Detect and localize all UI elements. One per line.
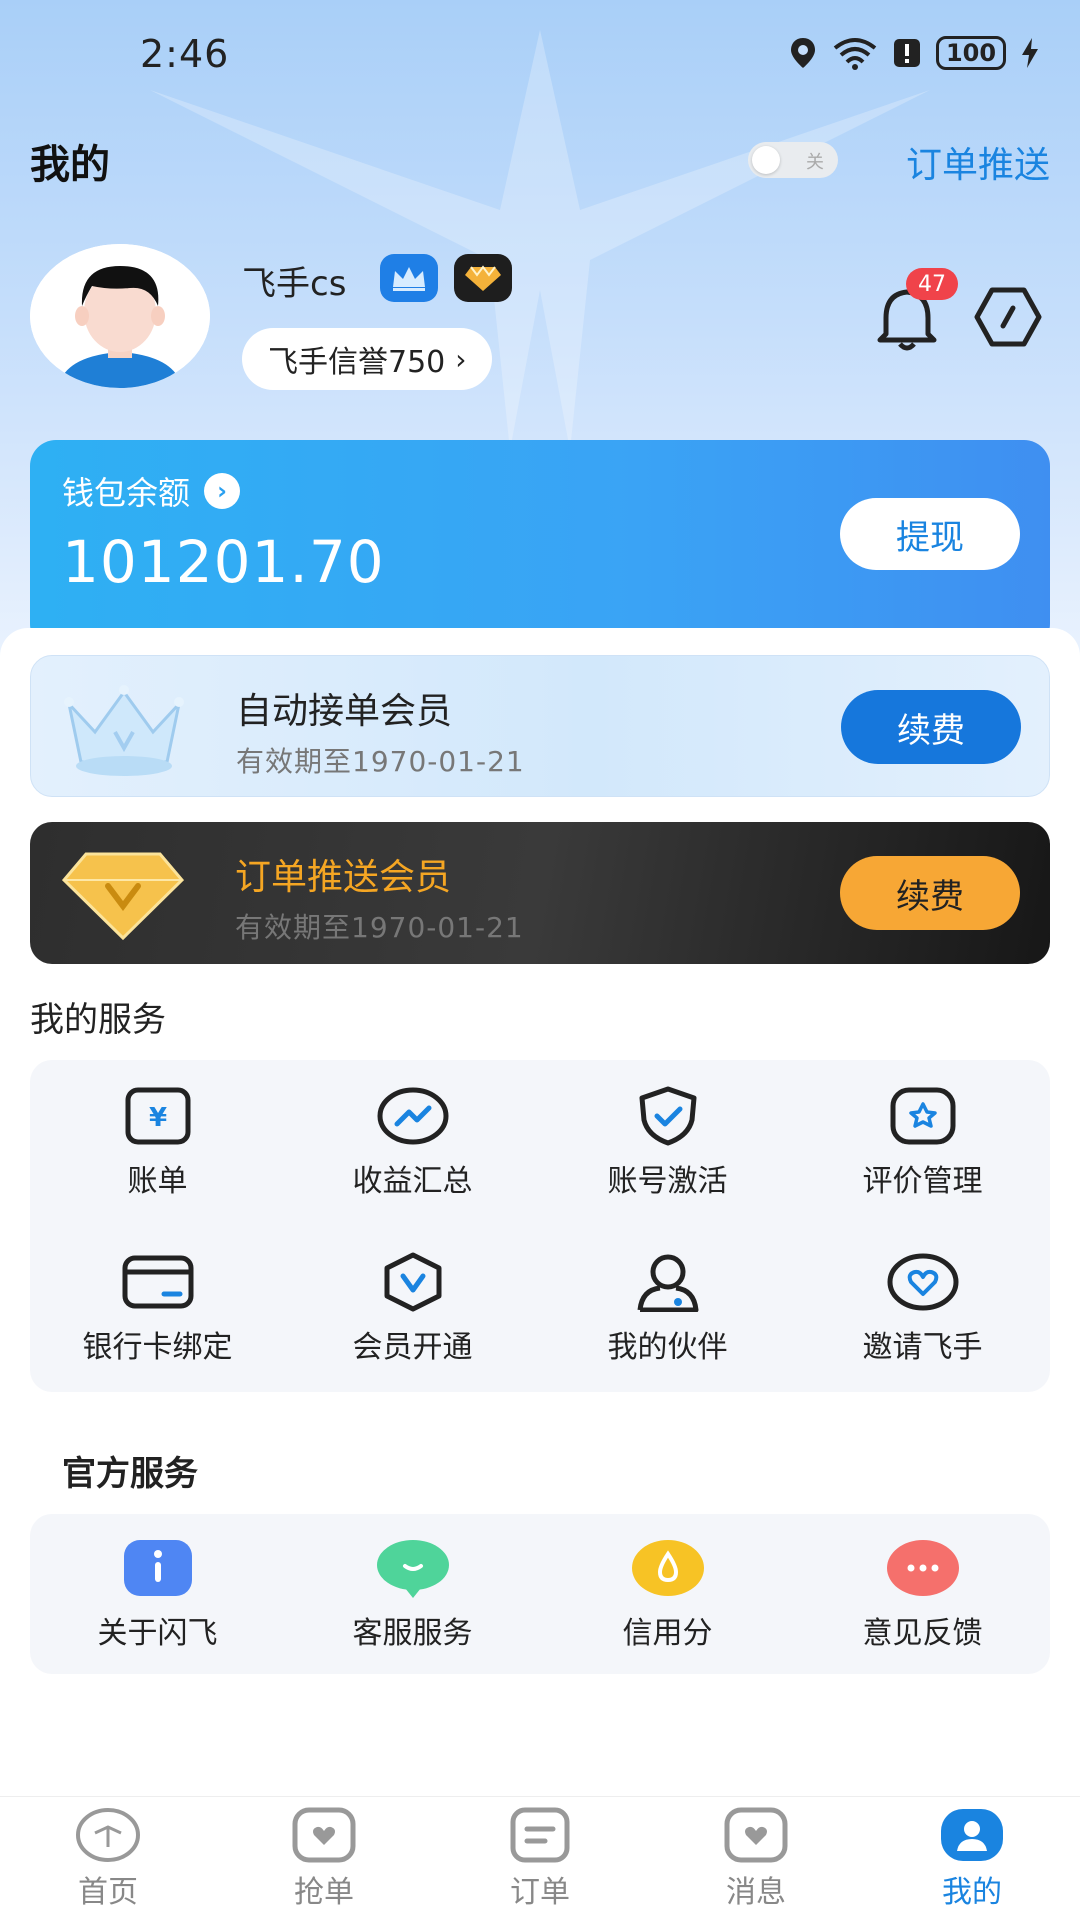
official-label: 关于闪飞 <box>97 1616 218 1651</box>
credit-icon <box>630 1538 706 1598</box>
username: 飞手cs <box>242 264 347 304</box>
service-label: 我的伙伴 <box>607 1330 728 1365</box>
grab-order-icon <box>291 1807 357 1863</box>
official-feedback[interactable]: 意见反馈 <box>795 1538 1050 1652</box>
avatar[interactable] <box>30 244 210 388</box>
status-bar: 2:46 100 <box>0 0 1080 110</box>
wallet-card[interactable]: 钱包余额 › 101201.70 提现 <box>30 440 1050 650</box>
status-icons: 100 <box>788 36 1040 70</box>
status-time: 2:46 <box>140 32 230 76</box>
official-services-title: 官方服务 <box>62 1454 198 1494</box>
svg-text:¥: ¥ <box>148 1103 166 1133</box>
location-icon <box>791 38 815 68</box>
order-push-link[interactable]: 订单推送 <box>906 136 1050 188</box>
official-label: 客服服务 <box>352 1616 473 1651</box>
charging-icon <box>1022 38 1038 68</box>
service-label: 收益汇总 <box>352 1164 473 1199</box>
my-services-grid: ¥ 账单 收益汇总 账号激活 评价管理 银行卡绑定 会员开通 我的伙伴 邀请飞手 <box>30 1060 1050 1392</box>
tab-orders[interactable]: 订单 <box>432 1807 648 1911</box>
bill-icon: ¥ <box>120 1086 196 1146</box>
renew-button[interactable]: 续费 <box>841 690 1021 764</box>
wallet-amount: 101201.70 <box>62 528 385 596</box>
membership-expiry: 有效期至1970-01-21 <box>236 745 525 778</box>
review-icon <box>885 1086 961 1146</box>
toggle-knob <box>752 146 780 174</box>
chat-icon <box>375 1538 451 1598</box>
withdraw-button[interactable]: 提现 <box>840 498 1020 570</box>
avatar-image <box>30 244 210 388</box>
service-bill[interactable]: ¥ 账单 <box>30 1086 285 1200</box>
battery-indicator: 100 <box>936 36 1006 70</box>
vip-icon <box>375 1252 451 1312</box>
service-label: 银行卡绑定 <box>82 1330 233 1365</box>
info-icon <box>120 1538 196 1598</box>
crystal-crown-icon <box>64 685 184 776</box>
page-title: 我的 <box>30 142 110 188</box>
order-push-membership-card[interactable]: 订单推送会员 有效期至1970-01-21 续费 <box>30 822 1050 964</box>
earnings-icon <box>375 1086 451 1146</box>
service-partners[interactable]: 我的伙伴 <box>540 1252 795 1366</box>
renew-button[interactable]: 续费 <box>840 856 1020 930</box>
service-review-management[interactable]: 评价管理 <box>795 1086 1050 1200</box>
tab-label: 消息 <box>726 1875 786 1910</box>
reputation-label: 飞手信誉750 <box>268 345 446 380</box>
membership-expiry: 有效期至1970-01-21 <box>235 911 524 944</box>
auto-order-membership-card[interactable]: 自动接单会员 有效期至1970-01-21 续费 <box>30 655 1050 797</box>
bank-card-icon <box>120 1252 196 1312</box>
membership-title: 订单推送会员 <box>235 857 452 898</box>
crown-badge-icon <box>380 254 438 302</box>
service-account-activation[interactable]: 账号激活 <box>540 1086 795 1200</box>
order-push-toggle[interactable]: 关 <box>748 142 838 178</box>
notification-badge: 47 <box>906 268 958 300</box>
service-label: 会员开通 <box>352 1330 473 1365</box>
wifi-icon <box>833 38 877 70</box>
official-label: 意见反馈 <box>862 1616 983 1651</box>
service-bank-card[interactable]: 银行卡绑定 <box>30 1252 285 1366</box>
chevron-right-icon: › <box>204 473 241 509</box>
profile-icon <box>939 1807 1005 1863</box>
official-customer-service[interactable]: 客服服务 <box>285 1538 540 1652</box>
service-label: 评价管理 <box>862 1164 983 1199</box>
tab-label: 首页 <box>78 1875 138 1910</box>
tab-profile[interactable]: 我的 <box>864 1807 1080 1911</box>
service-vip[interactable]: 会员开通 <box>285 1252 540 1366</box>
alert-icon <box>894 39 920 67</box>
feedback-icon <box>885 1538 961 1598</box>
service-label: 账号激活 <box>607 1164 728 1199</box>
settings-icon[interactable] <box>974 286 1042 348</box>
tab-label: 抢单 <box>294 1875 354 1910</box>
service-label: 账单 <box>127 1164 188 1199</box>
tab-label: 我的 <box>942 1875 1002 1910</box>
official-about[interactable]: 关于闪飞 <box>30 1538 285 1652</box>
my-services-title: 我的服务 <box>30 1000 166 1040</box>
tab-grab-order[interactable]: 抢单 <box>216 1807 432 1911</box>
gold-diamond-icon <box>61 852 185 941</box>
official-credit-score[interactable]: 信用分 <box>540 1538 795 1652</box>
toggle-text: 关 <box>806 152 824 173</box>
reputation-chip[interactable]: 飞手信誉750 › <box>242 328 493 390</box>
shield-check-icon <box>630 1086 706 1146</box>
tab-home[interactable]: 首页 <box>0 1807 216 1911</box>
bottom-tab-bar: 首页 抢单 订单 消息 我的 <box>0 1796 1080 1920</box>
official-label: 信用分 <box>622 1616 713 1651</box>
invite-icon <box>885 1252 961 1312</box>
chevron-right-icon: › <box>455 342 467 376</box>
membership-title: 自动接单会员 <box>236 691 453 732</box>
service-earnings[interactable]: 收益汇总 <box>285 1086 540 1200</box>
diamond-badge-icon <box>454 254 512 302</box>
service-invite[interactable]: 邀请飞手 <box>795 1252 1050 1366</box>
tab-label: 订单 <box>510 1875 570 1910</box>
wallet-label: 钱包余额 › <box>62 468 241 514</box>
home-icon <box>75 1807 141 1863</box>
order-icon <box>507 1807 573 1863</box>
official-services-grid: 关于闪飞 客服服务 信用分 意见反馈 <box>30 1514 1050 1674</box>
service-label: 邀请飞手 <box>862 1330 983 1365</box>
partner-icon <box>630 1252 706 1312</box>
wallet-label-text: 钱包余额 <box>62 474 191 512</box>
tab-messages[interactable]: 消息 <box>648 1807 864 1911</box>
message-icon <box>723 1807 789 1863</box>
